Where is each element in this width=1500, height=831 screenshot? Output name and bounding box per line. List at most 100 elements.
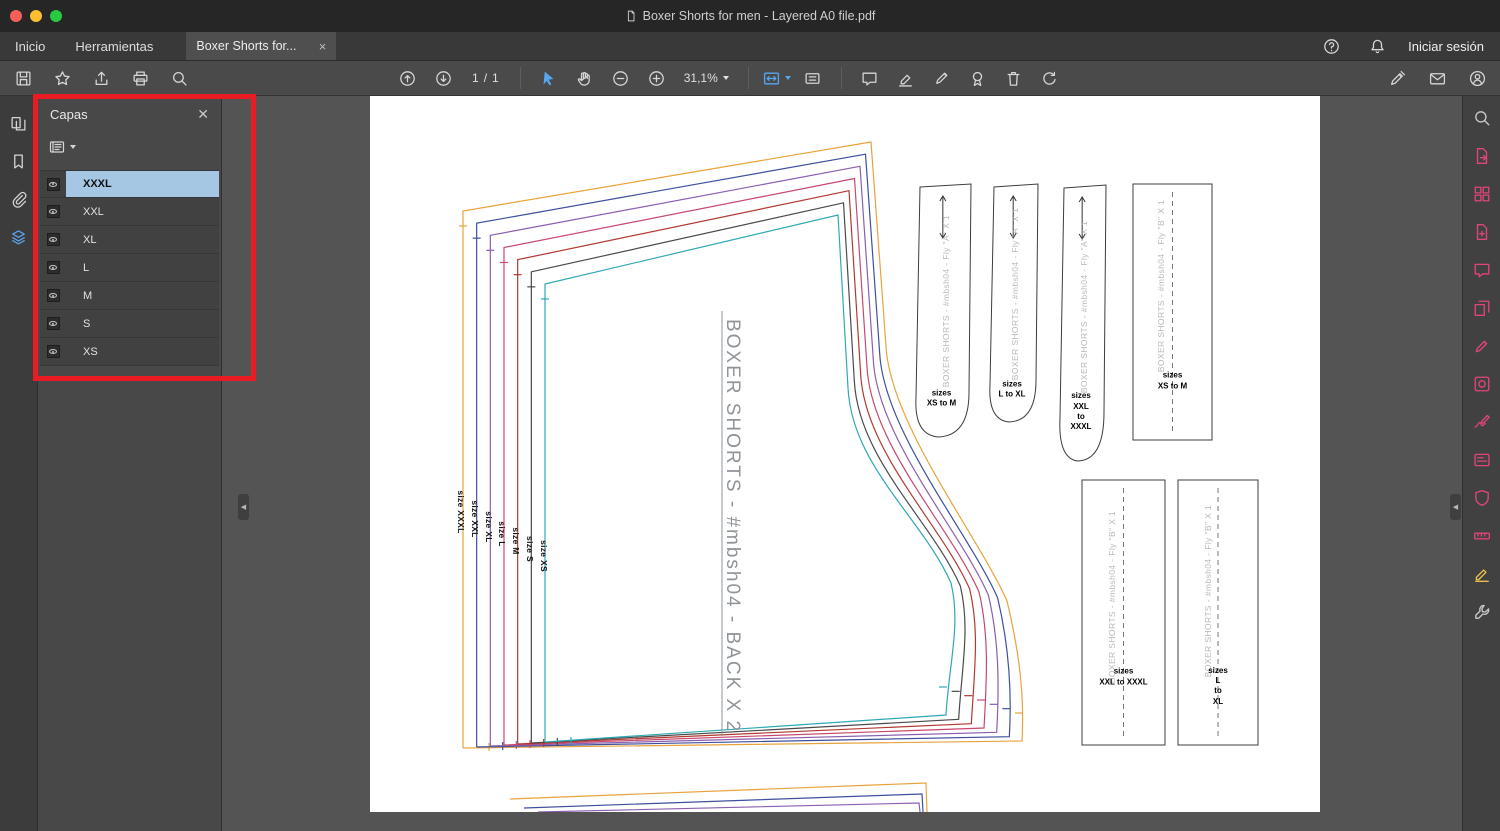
previous-page-button[interactable] <box>392 64 422 92</box>
tool-fill-sign-button[interactable] <box>1463 403 1500 441</box>
bookmarks-button[interactable] <box>5 148 33 174</box>
share-button[interactable] <box>86 64 116 92</box>
close-tab-icon[interactable]: × <box>311 39 327 54</box>
paperclip-icon <box>10 191 27 208</box>
print-button[interactable] <box>125 64 155 92</box>
envelope-icon <box>1429 70 1446 87</box>
zoom-level-dropdown[interactable]: 31,1% <box>678 71 735 85</box>
tool-prepare-form-button[interactable] <box>1463 441 1500 479</box>
layer-name: M <box>83 289 93 302</box>
tool-combine-files-button[interactable] <box>1463 289 1500 327</box>
attachments-button[interactable] <box>5 186 33 212</box>
layer-row-S[interactable]: S <box>40 310 219 338</box>
highlight-icon <box>897 70 914 87</box>
save-button[interactable] <box>8 64 38 92</box>
fill-sign-icon <box>1473 413 1491 431</box>
zoom-out-button[interactable] <box>606 64 636 92</box>
tab-inicio[interactable]: Inicio <box>0 32 60 60</box>
close-window-button[interactable] <box>10 10 22 22</box>
tool-search-button[interactable] <box>1463 99 1500 137</box>
pattern-drawing <box>370 96 1320 817</box>
organize-pages-icon <box>1473 185 1491 203</box>
layer-name: XXXL <box>66 171 219 197</box>
save-icon <box>15 70 32 87</box>
tool-request-sign-button[interactable] <box>1463 555 1500 593</box>
hand-tool-button[interactable] <box>570 64 600 92</box>
delete-button[interactable] <box>999 64 1029 92</box>
notifications-button[interactable] <box>1362 32 1392 60</box>
email-button[interactable] <box>1422 64 1452 92</box>
eye-icon <box>46 177 60 191</box>
help-button[interactable] <box>1316 32 1346 60</box>
request-sign-icon <box>1473 565 1491 583</box>
send-for-signature-button[interactable] <box>1382 64 1412 92</box>
layer-options-button[interactable] <box>47 133 77 161</box>
document-tab-label: Boxer Shorts for... <box>196 39 297 53</box>
page-up-icon <box>399 70 416 87</box>
piece-sizes-label: sizes XS to M <box>1157 370 1188 391</box>
tool-organize-pages-button[interactable] <box>1463 175 1500 213</box>
certificates-button[interactable] <box>963 64 993 92</box>
tool-edit-pdf-button[interactable] <box>1463 327 1500 365</box>
size-label: size S <box>525 535 535 562</box>
tool-enhance-scans-button[interactable] <box>1463 365 1500 403</box>
document-area[interactable]: BOXER SHORTS - #mbsh04 - BACK X 2 size X… <box>222 96 1462 831</box>
favorites-button[interactable] <box>47 64 77 92</box>
tool-measure-button[interactable] <box>1463 517 1500 555</box>
layer-visibility-toggle[interactable] <box>40 310 66 337</box>
find-button[interactable] <box>164 64 194 92</box>
layer-visibility-toggle[interactable] <box>40 226 66 253</box>
size-label: size XXXL <box>456 490 466 534</box>
sign-button[interactable] <box>927 64 957 92</box>
layer-visibility-toggle[interactable] <box>40 338 66 365</box>
layer-visibility-toggle[interactable] <box>40 282 66 309</box>
fit-width-button[interactable] <box>762 64 792 92</box>
layer-visibility-toggle[interactable] <box>40 171 66 197</box>
tool-protect-button[interactable] <box>1463 479 1500 517</box>
collapse-left-panel-handle[interactable]: ◀ <box>238 494 249 520</box>
select-tool-button[interactable] <box>534 64 564 92</box>
layer-row-XL[interactable]: XL <box>40 226 219 254</box>
next-page-button[interactable] <box>428 64 458 92</box>
piece-sizes-label: sizes Lto XL <box>1208 665 1228 707</box>
page-indicator[interactable]: 1 / 1 <box>464 71 507 85</box>
highlight-button[interactable] <box>891 64 921 92</box>
rotate-page-button[interactable] <box>1035 64 1065 92</box>
tool-more-tools-button[interactable] <box>1463 593 1500 631</box>
layer-row-XXL[interactable]: XXL <box>40 198 219 226</box>
tab-herramientas[interactable]: Herramientas <box>60 32 168 60</box>
hand-icon <box>576 70 593 87</box>
tool-export-pdf-button[interactable] <box>1463 137 1500 175</box>
more-tools-icon <box>1473 603 1491 621</box>
page-display-button[interactable] <box>798 64 828 92</box>
size-label: size XS <box>538 539 549 572</box>
zoom-window-button[interactable] <box>50 10 62 22</box>
chevron-down-icon <box>69 145 76 149</box>
document-tab[interactable]: Boxer Shorts for... × <box>186 32 337 60</box>
comment-icon <box>1473 261 1491 279</box>
piece-label: BOXER SHORTS - #mbsh04 - Fly "B" X 1 <box>1202 505 1213 678</box>
layer-row-M[interactable]: M <box>40 282 219 310</box>
layer-row-L[interactable]: L <box>40 254 219 282</box>
zoom-in-button[interactable] <box>642 64 672 92</box>
tool-create-pdf-button[interactable] <box>1463 213 1500 251</box>
expand-right-panel-handle[interactable]: ◀ <box>1450 494 1461 520</box>
sign-in-button[interactable]: Iniciar sesión <box>1408 39 1484 54</box>
minimize-window-button[interactable] <box>30 10 42 22</box>
layer-row-XS[interactable]: XS <box>40 338 219 366</box>
layer-visibility-toggle[interactable] <box>40 254 66 281</box>
help-icon <box>1323 38 1340 55</box>
layer-list: XXXL XXL XL L M S XS <box>38 170 221 366</box>
close-panel-button[interactable]: ✕ <box>197 106 209 123</box>
profile-button[interactable] <box>1462 64 1492 92</box>
eye-icon <box>46 233 60 246</box>
tool-comment-button[interactable] <box>1463 251 1500 289</box>
send-sign-icon <box>1389 70 1406 87</box>
layer-row-XXXL[interactable]: XXXL <box>40 170 219 198</box>
page-thumbnails-button[interactable] <box>5 110 33 136</box>
add-comment-button[interactable] <box>855 64 885 92</box>
layers-button[interactable] <box>5 224 33 250</box>
pdf-page: BOXER SHORTS - #mbsh04 - BACK X 2 size X… <box>370 96 1320 813</box>
layer-visibility-toggle[interactable] <box>40 198 66 225</box>
piece-label: BOXER SHORTS - #mbsh04 - Fly "A" X 1 <box>1010 207 1020 381</box>
